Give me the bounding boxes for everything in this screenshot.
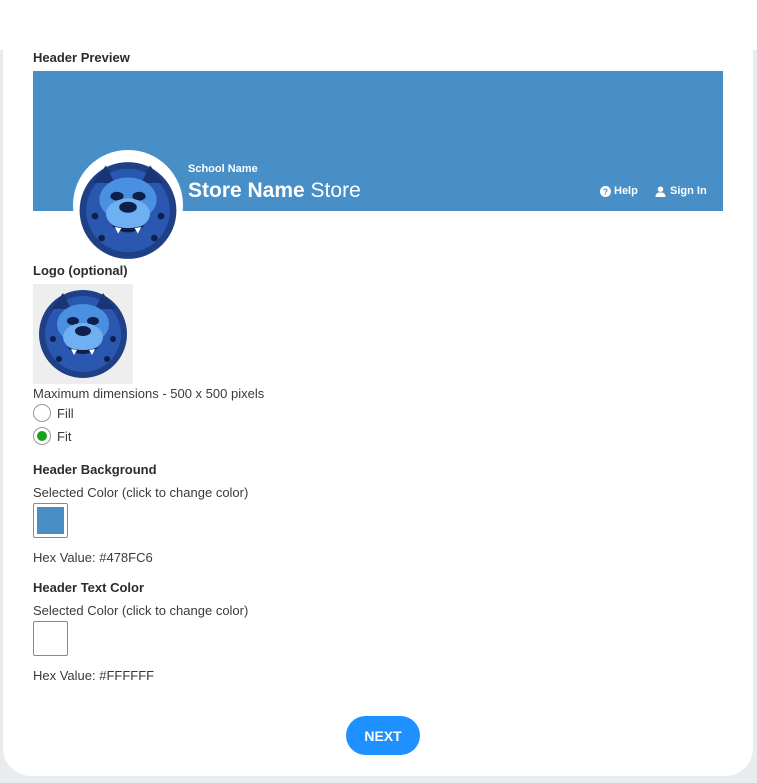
header-text-color-swatch-fill [37, 625, 64, 652]
preview-school-name: School Name [188, 163, 258, 175]
help-label: Help [614, 185, 638, 197]
preview-signin-link[interactable]: Sign In [655, 185, 707, 197]
fit-radio-dot [37, 431, 47, 441]
preview-store-suffix: Store [304, 179, 361, 202]
preview-store-name: Store Name [188, 179, 305, 202]
bulldog-logo-thumbnail-icon [39, 290, 127, 378]
question-circle-icon: ? [600, 185, 611, 197]
fit-label: Fit [57, 428, 72, 444]
next-button[interactable]: NEXT [346, 716, 420, 755]
preview-store-title: Store Name Store [188, 179, 361, 203]
header-background-instruction: Selected Color (click to change color) [33, 485, 249, 500]
fit-radio[interactable] [33, 427, 51, 445]
header-background-hex: Hex Value: #478FC6 [33, 550, 153, 565]
header-text-color-instruction: Selected Color (click to change color) [33, 603, 249, 618]
header-text-color-title: Header Text Color [33, 580, 145, 595]
preview-help-link[interactable]: ? Help [600, 185, 638, 197]
logo-option-fit[interactable]: Fit [33, 427, 71, 445]
header-preview-title: Header Preview [33, 50, 130, 65]
user-icon [655, 185, 666, 197]
logo-title: Logo (optional) [33, 263, 128, 278]
header-background-swatch-fill [37, 507, 64, 534]
logo-upload-thumbnail[interactable] [33, 284, 133, 384]
header-text-color-hex: Hex Value: #FFFFFF [33, 668, 155, 683]
fill-label: Fill [57, 405, 74, 421]
logo-option-fill[interactable]: Fill [33, 404, 74, 422]
preview-logo [73, 150, 183, 260]
header-text-color-swatch[interactable] [33, 621, 68, 656]
signin-label: Sign In [670, 185, 707, 197]
svg-text:?: ? [603, 187, 608, 196]
fill-radio[interactable] [33, 404, 51, 422]
fill-radio-dot [37, 408, 47, 418]
header-background-swatch[interactable] [33, 503, 68, 538]
logo-max-dimensions: Maximum dimensions - 500 x 500 pixels [33, 386, 265, 401]
bulldog-logo-icon [79, 162, 177, 259]
header-background-title: Header Background [33, 462, 157, 477]
